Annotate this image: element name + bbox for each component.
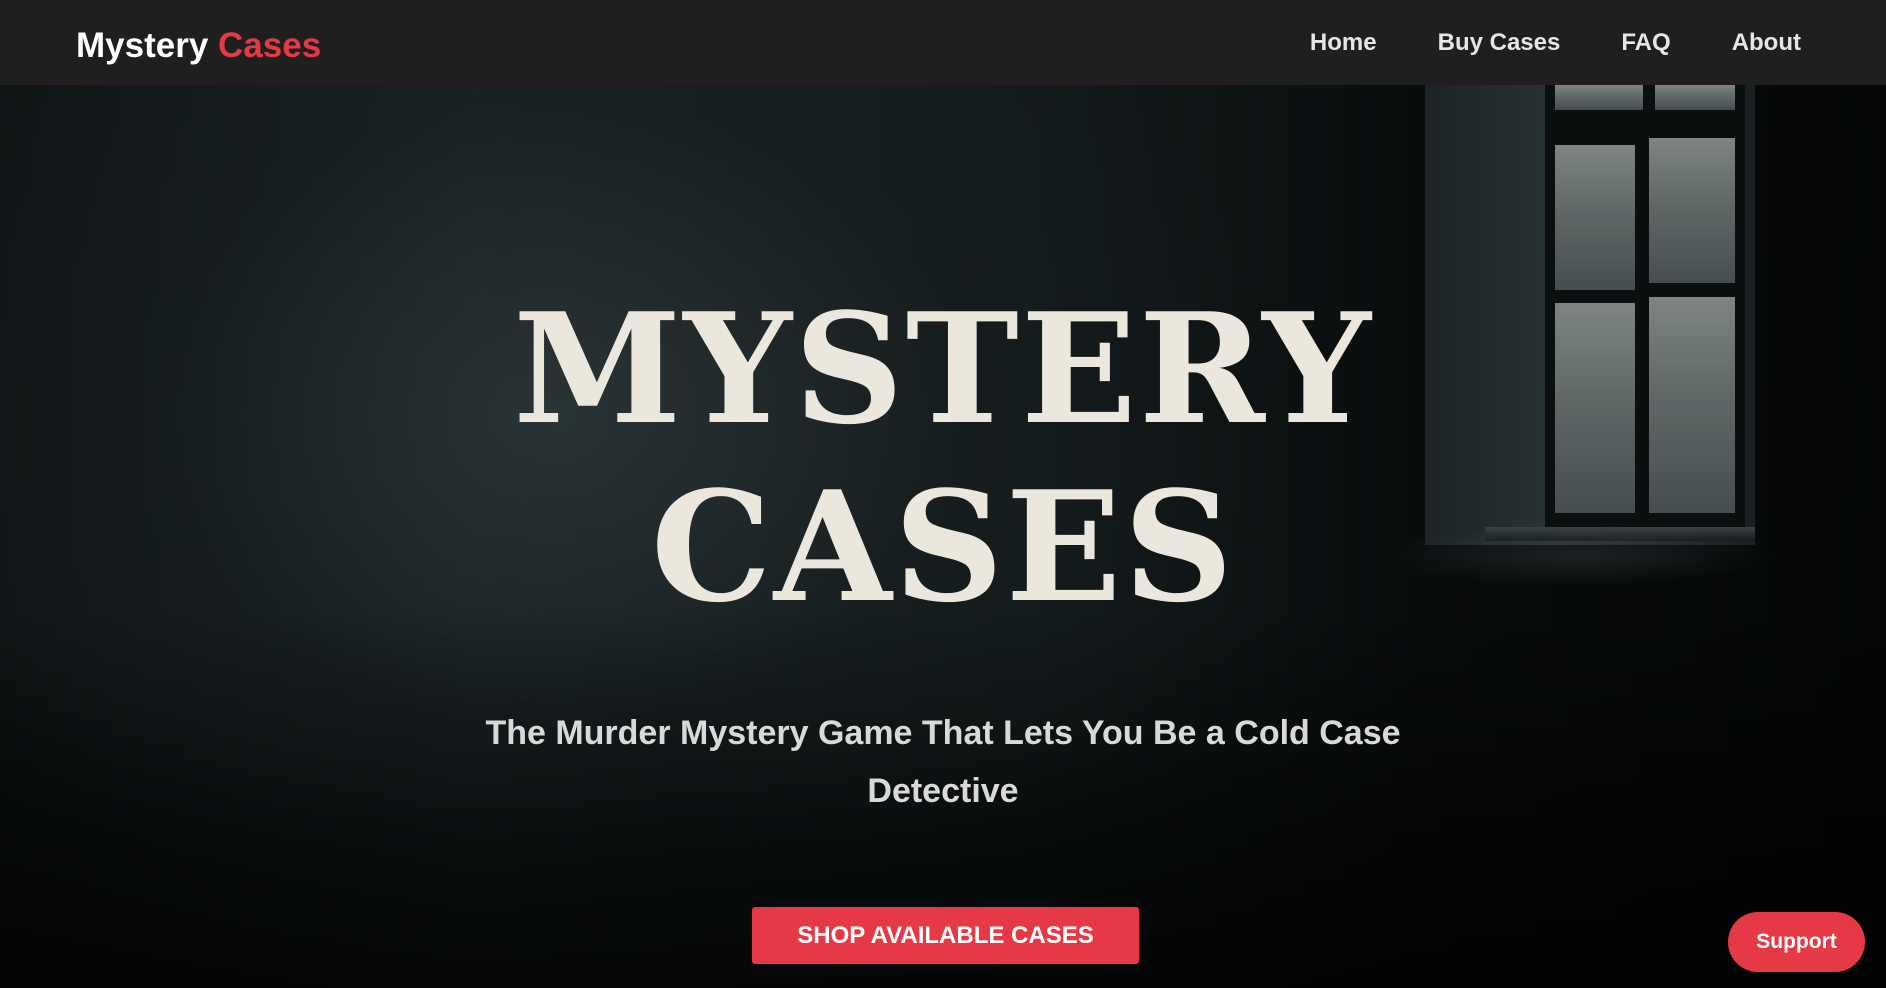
hero-title-line-1: MYSTERY bbox=[513, 279, 1373, 458]
support-button[interactable]: Support bbox=[1728, 912, 1865, 972]
brand-text-accent: Cases bbox=[218, 26, 322, 65]
window-pane bbox=[1649, 138, 1735, 283]
hero-title: MYSTERY CASES bbox=[0, 280, 1886, 636]
nav-link-about[interactable]: About bbox=[1732, 29, 1801, 57]
nav-link-faq[interactable]: FAQ bbox=[1621, 29, 1670, 57]
window-pane bbox=[1555, 85, 1643, 110]
hero-tagline: The Murder Mystery Game That Lets You Be… bbox=[485, 714, 1401, 810]
nav-links: Home Buy Cases FAQ About bbox=[1310, 0, 1801, 85]
window-pane bbox=[1655, 85, 1735, 110]
nav-link-buy-cases[interactable]: Buy Cases bbox=[1438, 29, 1561, 57]
nav-link-home[interactable]: Home bbox=[1310, 29, 1377, 57]
brand-text-primary: Mystery bbox=[76, 26, 209, 65]
hero-title-line-2: CASES bbox=[650, 457, 1236, 636]
window-pane bbox=[1555, 145, 1635, 290]
top-navbar: Mystery Cases Home Buy Cases FAQ About bbox=[0, 0, 1886, 85]
brand-logo[interactable]: Mystery Cases bbox=[76, 28, 321, 63]
shop-available-cases-button[interactable]: SHOP AVAILABLE CASES bbox=[752, 907, 1139, 964]
